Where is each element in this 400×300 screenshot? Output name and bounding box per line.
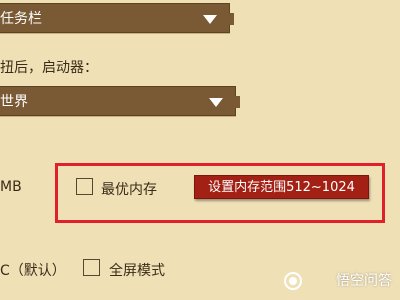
optimal-memory-checkbox[interactable] [76, 178, 93, 195]
world-dropdown-value: 世界 [0, 94, 28, 110]
memory-unit-label: MB [0, 179, 22, 195]
world-dropdown[interactable]: 世界 [0, 86, 240, 116]
display-default-label: C（默认） [0, 263, 66, 279]
watermark-text: 悟空问答 [336, 273, 392, 289]
dropdown-notch [235, 96, 240, 108]
chevron-down-icon [209, 98, 223, 107]
taskbar-dropdown[interactable]: 任务栏 [0, 3, 234, 33]
launcher-label: 扭后，启动器： [0, 60, 98, 76]
taskbar-dropdown-value: 任务栏 [0, 11, 42, 27]
wukong-logo-icon [284, 272, 302, 290]
memory-range-tag: 设置内存范围512~1024 [194, 175, 369, 199]
dropdown-notch [229, 13, 234, 25]
chevron-down-icon [203, 15, 217, 24]
fullscreen-label: 全屏模式 [109, 263, 165, 279]
fullscreen-checkbox[interactable] [83, 259, 100, 276]
optimal-memory-label: 最优内存 [101, 182, 157, 198]
